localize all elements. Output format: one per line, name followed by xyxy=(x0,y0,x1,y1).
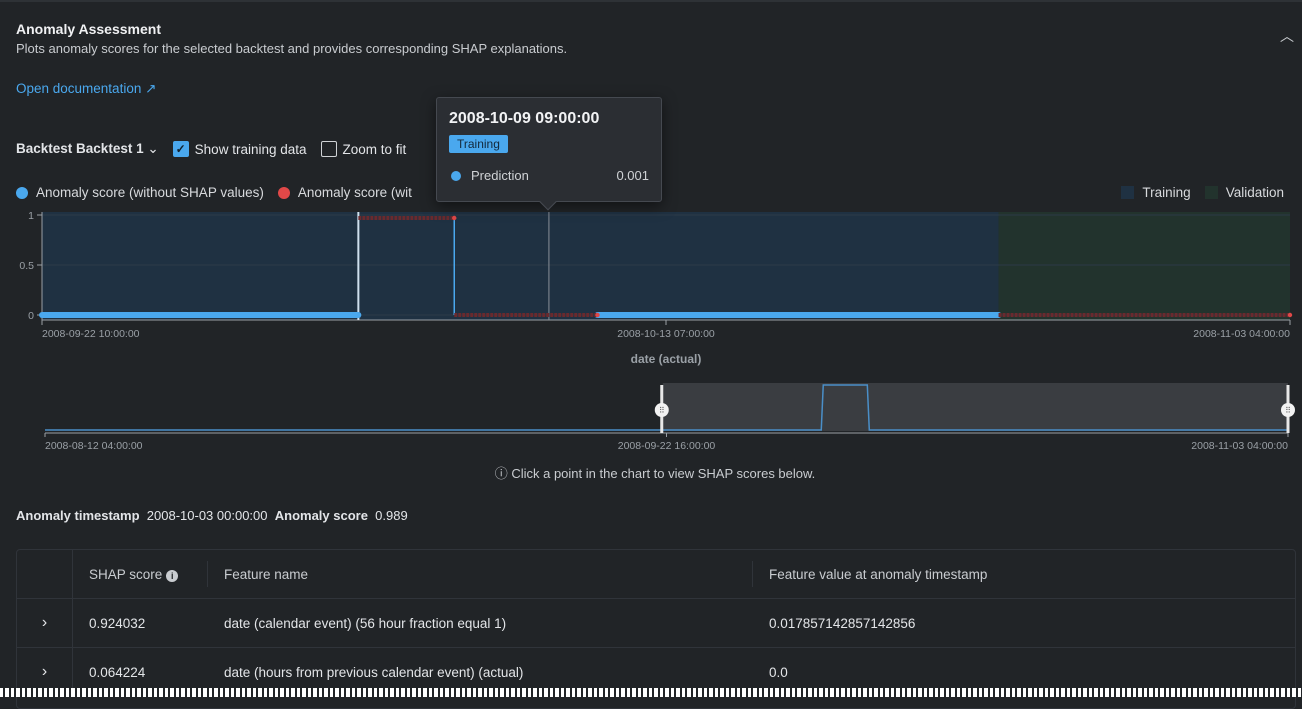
tooltip-badge: Training xyxy=(449,135,508,153)
expand-column-header xyxy=(17,550,73,598)
x-tick-label: 2008-10-13 07:00:00 xyxy=(617,328,715,340)
y-tick-label: 0.5 xyxy=(19,260,34,272)
feature-value: 0.0 xyxy=(769,664,788,680)
col-shap-label: SHAP score xyxy=(89,566,163,582)
score-label: Anomaly score xyxy=(274,508,368,523)
tooltip-value: 0.001 xyxy=(616,168,649,183)
shap-table: SHAP score i Feature name Feature value a… xyxy=(16,549,1296,709)
expand-chevron-icon[interactable]: › xyxy=(17,599,73,647)
info-icon[interactable]: i xyxy=(166,569,179,582)
chart-hint: ⓘ Click a point in the chart to view SHA… xyxy=(0,463,1302,482)
timestamp-value: 2008-10-03 00:00:00 xyxy=(146,508,268,523)
table-header: SHAP score i Feature name Feature value a… xyxy=(17,550,1295,599)
series-b-point xyxy=(452,215,457,221)
grip-icon: ⠿ xyxy=(1285,406,1291,415)
anomaly-chart[interactable]: 0 0.5 1 2008-09-22 10:00:00 2008-10-13 07:00… xyxy=(0,0,1302,460)
x-axis-title: date (actual) xyxy=(630,352,702,366)
cutoff-edge xyxy=(0,688,1302,697)
feature-name: date (hours from previous calendar event… xyxy=(224,664,524,680)
info-circle-icon: ⓘ xyxy=(494,466,508,481)
tooltip-dot-icon xyxy=(451,170,461,181)
feature-name: date (calendar event) (56 hour fraction … xyxy=(224,615,507,631)
region-training xyxy=(42,212,999,320)
shap-score: 0.064224 xyxy=(89,664,146,680)
table-row[interactable]: › 0.924032 date (calendar event) (56 hou… xyxy=(17,599,1295,648)
navigator-tick-label: 2008-09-22 16:00:00 xyxy=(618,440,716,452)
y-tick-label: 1 xyxy=(28,210,34,222)
col-shap-score[interactable]: SHAP score i xyxy=(73,567,207,582)
score-value: 0.989 xyxy=(375,508,408,523)
feature-value: 0.017857142857142856 xyxy=(769,615,916,631)
y-tick-label: 0 xyxy=(28,310,34,322)
hint-text: Click a point in the chart to view SHAP … xyxy=(511,466,816,481)
series-b-point xyxy=(595,312,600,318)
x-tick-label: 2008-11-03 04:00:00 xyxy=(1193,328,1290,340)
grip-icon: ⠿ xyxy=(659,406,665,415)
x-tick-label: 2008-09-22 10:00:00 xyxy=(42,328,140,340)
navigator-selection xyxy=(662,383,1288,431)
series-b-point xyxy=(1287,312,1293,318)
anomaly-summary: Anomaly timestamp 2008-10-03 00:00:00 An… xyxy=(16,508,408,523)
navigator-tick-label: 2008-08-12 04:00:00 xyxy=(45,440,143,452)
col-feature-value[interactable]: Feature value at anomaly timestamp xyxy=(753,567,987,582)
col-feature-name[interactable]: Feature name xyxy=(208,567,752,582)
chart-tooltip: 2008-10-09 09:00:00 Training Prediction 0… xyxy=(436,97,662,211)
navigator-tick-label: 2008-11-03 04:00:00 xyxy=(1191,440,1288,452)
region-validation xyxy=(998,212,1290,320)
timestamp-label: Anomaly timestamp xyxy=(16,508,140,523)
shap-score: 0.924032 xyxy=(89,615,146,631)
tooltip-label: Prediction xyxy=(471,168,529,183)
tooltip-title: 2008-10-09 09:00:00 xyxy=(449,110,600,127)
